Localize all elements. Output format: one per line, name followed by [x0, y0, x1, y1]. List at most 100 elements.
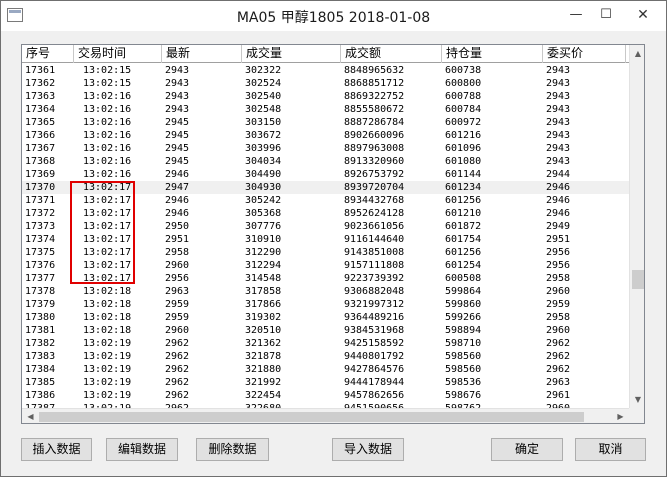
table-row[interactable]: 17368 13:02:16 2945 304034 8913320960 601080 2…	[22, 155, 629, 168]
grid-header: 序号 交易时间 最新 成交量 成交额 持仓量 委买价	[22, 45, 644, 63]
cell-volume: 322454	[245, 390, 282, 401]
cell-last: 2946	[165, 169, 190, 180]
cell-bid: 2946	[546, 208, 571, 219]
table-row[interactable]: 17378 13:02:18 2963 317858 9306882048 599864 2…	[22, 285, 629, 298]
close-icon[interactable]: ✕	[621, 1, 665, 31]
table-row[interactable]: 17376 13:02:17 2960 312294 9157111808 601254 2…	[22, 259, 629, 272]
ok-button[interactable]: 确定	[491, 438, 563, 461]
table-row[interactable]: 17366 13:02:16 2945 303672 8902660096 601216 2…	[22, 129, 629, 142]
scroll-down-icon[interactable]: ▼	[630, 391, 644, 408]
table-row[interactable]: 17370 13:02:17 2947 304930 8939720704 601234 2…	[22, 181, 629, 194]
table-row[interactable]: 17380 13:02:18 2959 319302 9364489216 599266 2…	[22, 311, 629, 324]
cell-seq: 17378	[25, 286, 56, 297]
horizontal-scroll-thumb[interactable]	[39, 412, 584, 422]
table-row[interactable]: 17374 13:02:17 2951 310910 9116144640 601754 2…	[22, 233, 629, 246]
cell-turnover: 8913320960	[344, 156, 405, 167]
table-row[interactable]: 17372 13:02:17 2946 305368 8952624128 601210 2…	[22, 207, 629, 220]
table-row[interactable]: 17375 13:02:17 2958 312290 9143851008 601256 2…	[22, 246, 629, 259]
scroll-up-icon[interactable]: ▲	[630, 45, 644, 62]
column-header-seq[interactable]: 序号	[22, 45, 74, 63]
cell-seq: 17363	[25, 91, 56, 102]
cell-volume: 320510	[245, 325, 282, 336]
cell-seq: 17386	[25, 390, 56, 401]
scroll-right-icon[interactable]: ▶	[612, 409, 629, 423]
cell-bid: 2949	[546, 221, 571, 232]
cell-volume: 302322	[245, 65, 282, 76]
cell-volume: 304930	[245, 182, 282, 193]
cell-open-interest: 600738	[445, 65, 482, 76]
table-row[interactable]: 17371 13:02:17 2946 305242 8934432768 601256 2…	[22, 194, 629, 207]
vertical-scrollbar[interactable]: ▲ ▼	[629, 45, 644, 408]
cell-turnover: 8887286784	[344, 117, 405, 128]
cell-last: 2945	[165, 130, 190, 141]
cell-turnover: 9440801792	[344, 351, 405, 362]
cell-time: 13:02:16	[83, 130, 132, 141]
table-row[interactable]: 17386 13:02:19 2962 322454 9457862656 598676 2…	[22, 389, 629, 402]
table-row[interactable]: 17361 13:02:15 2943 302322 8848965632 600738 2…	[22, 64, 629, 77]
scroll-left-icon[interactable]: ◀	[22, 409, 39, 423]
cell-last: 2946	[165, 208, 190, 219]
table-row[interactable]: 17379 13:02:18 2959 317866 9321997312 599860 2…	[22, 298, 629, 311]
cell-open-interest: 598536	[445, 377, 482, 388]
cell-open-interest: 601256	[445, 247, 482, 258]
table-row[interactable]: 17382 13:02:19 2962 321362 9425158592 598710 2…	[22, 337, 629, 350]
cell-turnover: 9143851008	[344, 247, 405, 258]
cell-time: 13:02:16	[83, 169, 132, 180]
table-row[interactable]: 17364 13:02:16 2943 302548 8855580672 600784 2…	[22, 103, 629, 116]
table-row[interactable]: 17384 13:02:19 2962 321880 9427864576 598560 2…	[22, 363, 629, 376]
edit-data-button[interactable]: 编辑数据	[106, 438, 178, 461]
delete-data-button[interactable]: 删除数据	[196, 438, 269, 461]
table-row[interactable]: 17363 13:02:16 2943 302540 8869322752 600788 2…	[22, 90, 629, 103]
maximize-icon[interactable]: ☐	[591, 1, 621, 31]
minimize-icon[interactable]: —	[561, 1, 591, 31]
column-header-last[interactable]: 最新	[162, 45, 242, 63]
cell-seq: 17383	[25, 351, 56, 362]
cell-seq: 17374	[25, 234, 56, 245]
cell-volume: 304034	[245, 156, 282, 167]
cell-seq: 17376	[25, 260, 56, 271]
cell-time: 13:02:17	[83, 234, 132, 245]
column-header-open-interest[interactable]: 持仓量	[442, 45, 543, 63]
cell-volume: 314548	[245, 273, 282, 284]
table-row[interactable]: 17362 13:02:15 2943 302524 8868851712 600800 2…	[22, 77, 629, 90]
horizontal-scrollbar[interactable]: ◀ ▶	[22, 408, 629, 423]
cell-volume: 303672	[245, 130, 282, 141]
table-row[interactable]: 17383 13:02:19 2962 321878 9440801792 598560 2…	[22, 350, 629, 363]
cell-seq: 17362	[25, 78, 56, 89]
cell-turnover: 8848965632	[344, 65, 405, 76]
cell-volume: 312290	[245, 247, 282, 258]
cell-bid: 2963	[546, 377, 571, 388]
data-grid[interactable]: 序号 交易时间 最新 成交量 成交额 持仓量 委买价 17361 13:02:15…	[21, 44, 645, 424]
cell-turnover: 8902660096	[344, 130, 405, 141]
cell-seq: 17379	[25, 299, 56, 310]
table-row[interactable]: 17367 13:02:16 2945 303996 8897963008 601096 2…	[22, 142, 629, 155]
column-header-bid[interactable]: 委买价	[543, 45, 626, 63]
cancel-button[interactable]: 取消	[575, 438, 646, 461]
table-row[interactable]: 17365 13:02:16 2945 303150 8887286784 600972 2…	[22, 116, 629, 129]
cell-last: 2959	[165, 299, 190, 310]
title-bar: MA05 甲醇1805 2018-01-08 — ☐ ✕	[1, 1, 666, 31]
cell-time: 13:02:16	[83, 143, 132, 154]
insert-data-button[interactable]: 插入数据	[21, 438, 92, 461]
table-row[interactable]: 17385 13:02:19 2962 321992 9444178944 598536 2…	[22, 376, 629, 389]
table-row[interactable]: 17381 13:02:18 2960 320510 9384531968 598894 2…	[22, 324, 629, 337]
column-header-time[interactable]: 交易时间	[74, 45, 162, 63]
column-header-turnover[interactable]: 成交额	[341, 45, 442, 63]
cell-time: 13:02:17	[83, 247, 132, 258]
cell-seq: 17368	[25, 156, 56, 167]
import-data-button[interactable]: 导入数据	[332, 438, 404, 461]
cell-open-interest: 600508	[445, 273, 482, 284]
cell-volume: 312294	[245, 260, 282, 271]
cell-bid: 2956	[546, 260, 571, 271]
column-header-volume[interactable]: 成交量	[242, 45, 341, 63]
cell-time: 13:02:17	[83, 195, 132, 206]
table-row[interactable]: 17377 13:02:17 2956 314548 9223739392 600508 2…	[22, 272, 629, 285]
cell-volume: 304490	[245, 169, 282, 180]
table-row[interactable]: 17369 13:02:16 2946 304490 8926753792 601144 2…	[22, 168, 629, 181]
cell-open-interest: 598676	[445, 390, 482, 401]
table-row[interactable]: 17373 13:02:17 2950 307776 9023661056 601872 2…	[22, 220, 629, 233]
cell-last: 2963	[165, 286, 190, 297]
cell-time: 13:02:17	[83, 260, 132, 271]
vertical-scroll-thumb[interactable]	[632, 270, 644, 289]
cell-bid: 2958	[546, 312, 571, 323]
